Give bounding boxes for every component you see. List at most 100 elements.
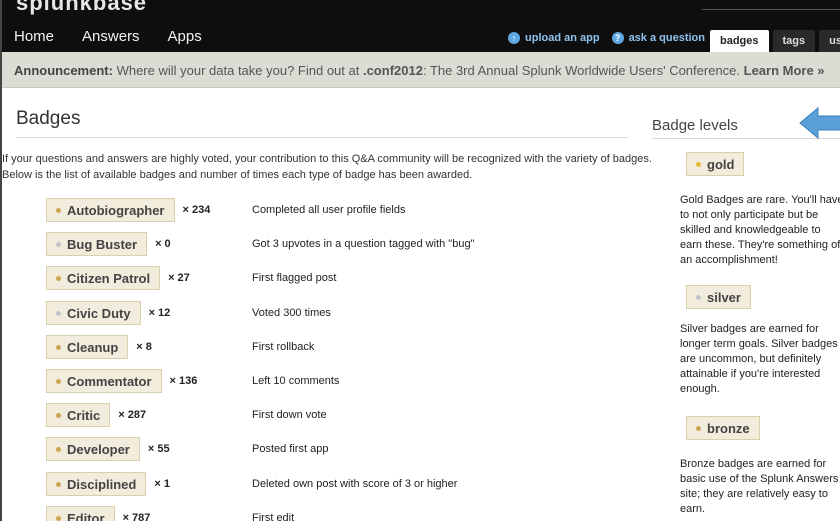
badge-name: Disciplined [67, 476, 137, 492]
badge-dot-icon [56, 344, 61, 350]
badge-pill[interactable]: Editor [46, 506, 115, 521]
badge-row: Cleanup × 8 First rollback [46, 335, 606, 359]
tab-badges[interactable]: badges [710, 30, 769, 54]
badge-pill[interactable]: Cleanup [46, 335, 129, 359]
badge-row: Bug Buster × 0 Got 3 upvotes in a question… [46, 232, 606, 256]
level-name: bronze [707, 420, 750, 436]
sidebar-title: Badge levels [652, 117, 738, 134]
site-logo[interactable]: splunkbase [16, 0, 147, 16]
badge-name: Developer [67, 441, 130, 457]
badge-name: Civic Duty [67, 305, 131, 321]
level-name: silver [707, 289, 741, 305]
badge-row: Developer × 55 Posted first app [46, 437, 606, 461]
badge-name: Critic [67, 407, 101, 423]
badge-pill[interactable]: Developer [46, 437, 140, 461]
badge-pill[interactable]: Citizen Patrol [46, 266, 161, 290]
badge-dot-icon [56, 378, 61, 384]
badge-description: First flagged post [252, 272, 337, 284]
badge-row: Disciplined × 1 Deleted own post with scor… [46, 472, 606, 496]
badge-row: Civic Duty × 12 Voted 300 times [46, 301, 606, 325]
badge-description: First edit [252, 512, 295, 521]
conf-link[interactable]: .conf2012 [363, 63, 423, 78]
left-arrow-icon [799, 106, 840, 140]
badge-pill[interactable]: Critic [46, 403, 111, 427]
badge-name: Bug Buster [67, 236, 138, 252]
badge-row: Critic × 287 First down vote [46, 403, 606, 427]
badge-dot-icon [56, 207, 61, 213]
badge-count: × 8 [136, 341, 152, 353]
badge-row: Citizen Patrol × 27 First flagged post [46, 266, 606, 290]
badge-description: First rollback [252, 341, 315, 353]
search-box[interactable] [702, 0, 840, 10]
badge-count: × 0 [155, 238, 171, 250]
announcement-text: Where will your data take you? Find out … [112, 63, 363, 78]
title-divider [16, 137, 628, 138]
level-badge-silver[interactable]: silver [686, 285, 751, 309]
badge-pill[interactable]: Bug Buster [46, 232, 148, 256]
nav-apps[interactable]: Apps [168, 28, 202, 45]
badge-dot-icon [56, 412, 61, 418]
level-dot-icon [696, 425, 701, 431]
level-description: Silver badges are earned for longer term… [680, 323, 838, 395]
badge-name: Commentator [67, 373, 152, 389]
badge-dot-icon [56, 310, 61, 316]
badge-pill[interactable]: Civic Duty [46, 301, 141, 325]
nav-answers[interactable]: Answers [82, 28, 140, 45]
level-name: gold [707, 156, 735, 172]
badge-count: × 136 [169, 375, 198, 387]
badge-dot-icon [56, 515, 61, 521]
badge-dot-icon [56, 275, 61, 281]
page-title: Badges [16, 108, 81, 129]
badge-dot-icon [56, 481, 61, 487]
badge-description: Voted 300 times [252, 307, 331, 319]
badge-pill[interactable]: Commentator [46, 369, 162, 393]
level-description: Gold Badges are rare. You'll have to not… [680, 194, 840, 266]
badge-count: × 787 [122, 512, 151, 521]
top-navigation-bar: splunkbase Home Answers Apps ↑ upload an… [2, 0, 840, 54]
learn-more-link[interactable]: Learn More » [744, 63, 825, 78]
badge-count: × 287 [118, 409, 147, 421]
level-badge-bronze[interactable]: bronze [686, 416, 760, 440]
badge-description: Left 10 comments [252, 375, 340, 387]
upload-app-link[interactable]: ↑ upload an app [508, 32, 600, 44]
level-dot-icon [696, 294, 701, 300]
level-description: Bronze badges are earned for basic use o… [680, 458, 839, 515]
badge-count: × 55 [147, 443, 170, 455]
badge-pill[interactable]: Disciplined [46, 472, 147, 496]
ask-question-link[interactable]: ? ask a question [611, 32, 705, 44]
badge-count: × 12 [148, 307, 171, 319]
question-icon: ? [611, 32, 624, 44]
announcement-text-2: : The 3rd Annual Splunk Worldwide Users'… [422, 63, 744, 78]
level-badge-gold[interactable]: gold [686, 152, 745, 176]
badge-pill[interactable]: Autobiographer [46, 198, 175, 222]
badge-name: Citizen Patrol [67, 270, 151, 286]
main-nav: Home Answers Apps [14, 28, 230, 45]
tab-tags[interactable]: tags [772, 30, 816, 54]
badge-count: × 27 [168, 272, 190, 284]
badge-description: Completed all user profile fields [252, 204, 406, 216]
upload-app-label: upload an app [525, 32, 600, 44]
header-tabs: badges tags use [710, 30, 840, 54]
intro-text: If your questions and answers are highly… [2, 153, 652, 181]
badge-description: Got 3 upvotes in a question tagged with … [252, 238, 475, 250]
tab-users[interactable]: use [819, 30, 840, 54]
badge-name: Editor [67, 510, 105, 521]
badge-description: Posted first app [252, 443, 329, 455]
badge-dot-icon [56, 446, 61, 452]
badge-row: Commentator × 136 Left 10 comments [46, 369, 606, 393]
badge-description: First down vote [252, 409, 327, 421]
announcement-label: Announcement: [14, 63, 113, 78]
level-dot-icon [696, 161, 701, 167]
badge-count: × 234 [182, 204, 211, 216]
badge-description: Deleted own post with score of 3 or high… [252, 478, 458, 490]
badge-name: Autobiographer [67, 202, 165, 218]
badge-row: Autobiographer × 234 Completed all user pr… [46, 198, 606, 222]
badge-name: Cleanup [67, 339, 119, 355]
announcement-bar: Announcement: Where will your data take … [2, 52, 840, 88]
header-actions: ↑ upload an app ? ask a question [508, 32, 717, 44]
upload-icon: ↑ [508, 32, 520, 44]
badge-dot-icon [56, 241, 61, 247]
badge-row: Editor × 787 First edit [46, 506, 606, 521]
nav-home[interactable]: Home [14, 28, 54, 45]
ask-question-label: ask a question [628, 32, 705, 44]
